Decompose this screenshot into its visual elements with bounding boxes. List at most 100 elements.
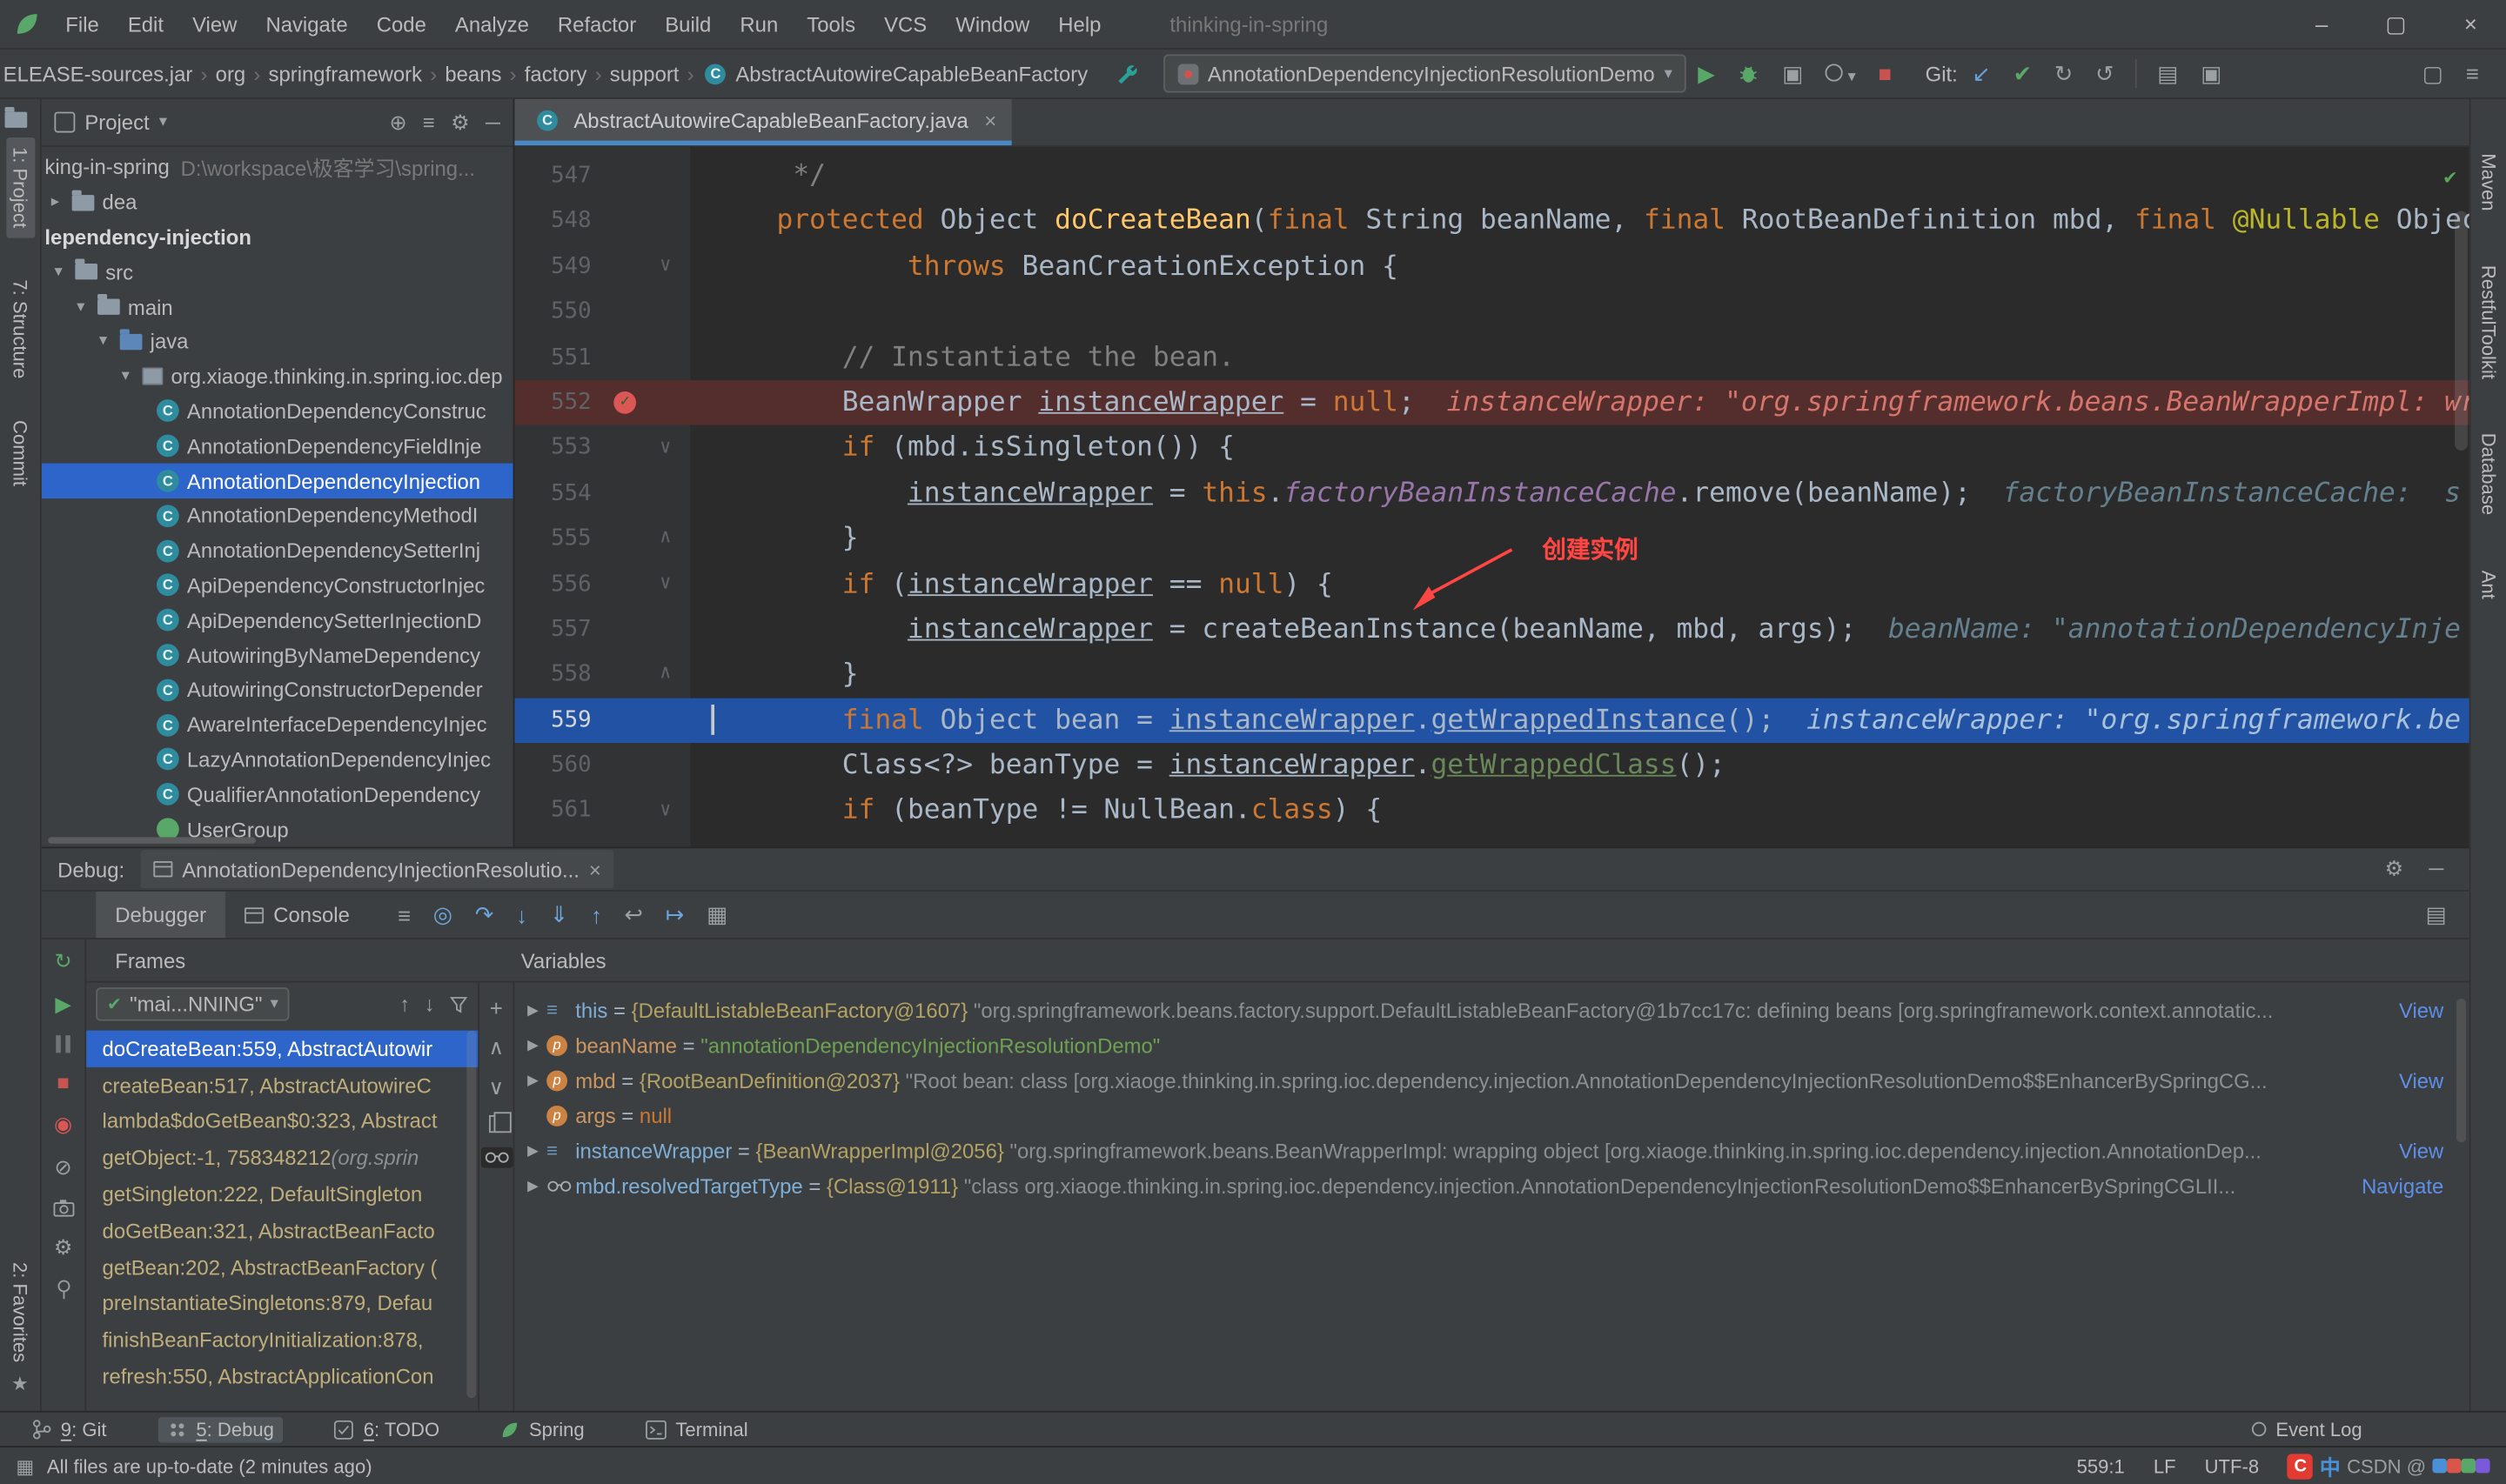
gutter-cell[interactable]: ∧ <box>592 652 681 698</box>
tree-item[interactable]: C AutowiringConstructorDepender <box>42 672 513 707</box>
expand-arrow-icon[interactable]: ▶ <box>527 1072 546 1089</box>
restore-layout-icon[interactable]: ▤ <box>2426 901 2469 928</box>
breadcrumb-item[interactable]: AbstractAutowireCapableBeanFactory <box>733 62 1091 86</box>
collapse-icon[interactable]: ∨ <box>489 1075 504 1100</box>
encoding-indicator[interactable]: UTF-8 <box>2205 1454 2259 1477</box>
tree-item[interactable]: ▾ java <box>42 324 513 359</box>
event-log-button[interactable]: Event Log <box>2251 1418 2483 1441</box>
stack-frame-row[interactable]: finishBeanFactoryInitialization:878, <box>86 1322 478 1359</box>
evaluate-expression-icon[interactable]: ▦ <box>707 901 727 928</box>
variable-row[interactable]: ▶ p beanName = "annotationDependencyInject… <box>514 1027 2469 1062</box>
stack-frame-row[interactable]: doCreateBean:559, AbstractAutowir <box>86 1030 479 1067</box>
run-button[interactable]: ▶ <box>1686 60 1726 87</box>
stack-frame-row[interactable]: getSingleton:222, DefaultSingleton <box>86 1176 478 1213</box>
tree-item[interactable]: C AnnotationDependencySetterInj <box>42 533 513 568</box>
fold-marker-icon[interactable]: ∧ <box>660 650 671 695</box>
gutter-cell[interactable] <box>592 743 681 788</box>
gutter-cell[interactable]: ∨ <box>592 788 681 833</box>
stack-frame-row[interactable]: getObject:-1, 758348212 (org.sprin <box>86 1140 478 1176</box>
debug-button[interactable] <box>1726 63 1771 85</box>
gutter-cell[interactable]: ✓ <box>592 380 681 425</box>
window-layout-icon[interactable]: ▢ <box>2411 60 2455 87</box>
wrench-icon[interactable] <box>1114 62 1138 86</box>
settings-gear-icon[interactable]: ⚙ <box>2385 856 2403 881</box>
tree-item[interactable]: C AnnotationDependencyMethodI <box>42 498 513 533</box>
tree-item[interactable]: C ApiDependencyConstructorInjec <box>42 568 513 603</box>
menu-analyze[interactable]: Analyze <box>440 12 543 37</box>
menu-code[interactable]: Code <box>362 12 440 37</box>
variable-row[interactable]: ▶ ≡ instanceWrapper = {BeanWrapperImpl@205… <box>514 1133 2469 1167</box>
tool-button-terminal[interactable]: Terminal <box>635 1416 757 1441</box>
debug-settings-gear-icon[interactable]: ⚙ <box>54 1235 72 1260</box>
variable-row[interactable]: ▶ mbd.resolvedTargetType = {Class@1911} "… <box>514 1168 2469 1203</box>
watches-glasses-icon[interactable] <box>479 1146 513 1168</box>
settings-gear-icon[interactable]: ⚙ <box>451 110 469 135</box>
menu-window[interactable]: Window <box>941 12 1044 37</box>
tool-stripe-maven[interactable]: Maven <box>2477 153 2500 211</box>
layout-menu-icon[interactable]: ≡ <box>398 902 411 927</box>
breadcrumb-item[interactable]: beans <box>442 62 505 86</box>
rollback-icon[interactable]: ↺ <box>2084 60 2125 87</box>
run-to-cursor-icon[interactable]: ↦ <box>666 901 685 928</box>
copy-icon[interactable] <box>489 1112 512 1133</box>
code-editor[interactable]: 547 */548 protected Object doCreateBean(… <box>514 146 2469 847</box>
gutter-cell[interactable] <box>592 698 681 743</box>
hide-panel-icon[interactable]: ─ <box>2429 856 2443 881</box>
chevron-down-icon[interactable]: ▾ <box>54 264 75 281</box>
menu-help[interactable]: Help <box>1044 12 1116 37</box>
expand-arrow-icon[interactable]: ▶ <box>527 1177 546 1194</box>
expand-icon[interactable]: ∧ <box>489 1035 504 1060</box>
menu-edit[interactable]: Edit <box>113 12 178 37</box>
force-step-into-icon[interactable]: ⇓ <box>550 901 569 928</box>
tool-button-todo[interactable]: 6: TODO <box>325 1416 450 1441</box>
thread-dump-camera-icon[interactable] <box>52 1199 75 1218</box>
breadcrumb-item[interactable]: org <box>212 62 249 86</box>
view-breakpoints-icon[interactable]: ◉ <box>54 1112 72 1137</box>
close-icon[interactable]: × <box>984 108 996 132</box>
menu-file[interactable]: File <box>51 12 114 37</box>
close-icon[interactable]: × <box>589 857 601 881</box>
tab-debugger[interactable]: Debugger <box>96 891 226 939</box>
hide-panel-icon[interactable]: ─ <box>486 110 500 135</box>
menu-tools[interactable]: Tools <box>793 12 870 37</box>
stop-icon[interactable]: ■ <box>57 1071 69 1095</box>
tool-stripe-restfultoolkit[interactable]: RestfulToolkit <box>2477 265 2500 379</box>
tree-item[interactable]: C QualifierAnnotationDependency <box>42 777 513 812</box>
maximize-button[interactable]: ▢ <box>2356 10 2435 37</box>
mute-breakpoints-icon[interactable]: ⊘ <box>55 1155 72 1180</box>
diff-icon[interactable]: ▤ <box>2146 60 2189 87</box>
minimize-button[interactable]: – <box>2287 10 2356 37</box>
tool-stripe-favorites[interactable]: 2: Favorites <box>9 1263 31 1363</box>
gutter-cell[interactable] <box>592 607 681 652</box>
tool-stripe-project[interactable]: 1: Project <box>5 137 35 238</box>
step-out-icon[interactable]: ↑ <box>591 902 602 927</box>
expand-arrow-icon[interactable]: ▶ <box>527 1001 546 1019</box>
horizontal-scrollbar[interactable] <box>48 837 256 844</box>
tool-windows-toggle-icon[interactable]: ▦ <box>16 1454 34 1477</box>
caret-position[interactable]: 559:1 <box>2077 1454 2125 1477</box>
gutter-cell[interactable]: ∧ <box>592 516 681 561</box>
tree-item[interactable]: C LazyAnnotationDependencyInjec <box>42 742 513 777</box>
gutter-cell[interactable] <box>592 471 681 516</box>
collapse-all-icon[interactable]: ≡ <box>423 110 435 135</box>
menu-refactor[interactable]: Refactor <box>543 12 650 37</box>
locate-file-icon[interactable]: ⊕ <box>389 110 406 135</box>
tab-console[interactable]: Console <box>225 892 369 938</box>
gutter-cell[interactable]: ∨ <box>592 244 681 290</box>
tool-stripe-structure[interactable]: 7: Structure <box>9 279 31 378</box>
git-update-icon[interactable]: ↙ <box>1960 60 2001 87</box>
tree-item[interactable]: C AnnotationDependencyInjection <box>41 463 513 498</box>
previous-frame-icon[interactable]: ↑ <box>399 993 410 1017</box>
filter-funnel-icon[interactable] <box>449 994 468 1013</box>
gutter-cell[interactable] <box>592 290 681 335</box>
profiler-button[interactable]: ▾ <box>1814 61 1866 86</box>
breadcrumb-item[interactable]: springframework <box>265 62 425 86</box>
gutter-cell[interactable]: ∨ <box>592 425 681 471</box>
tree-item[interactable]: ▾ main <box>42 290 513 324</box>
tool-stripe-commit[interactable]: Commit <box>9 420 31 486</box>
menu-vcs[interactable]: VCS <box>870 12 941 37</box>
chevron-right-icon[interactable]: ▸ <box>51 194 72 211</box>
tree-item[interactable]: C AnnotationDependencyConstruc <box>42 394 513 429</box>
show-execution-point-icon[interactable]: ◎ <box>433 901 452 928</box>
gutter-cell[interactable] <box>592 198 681 244</box>
